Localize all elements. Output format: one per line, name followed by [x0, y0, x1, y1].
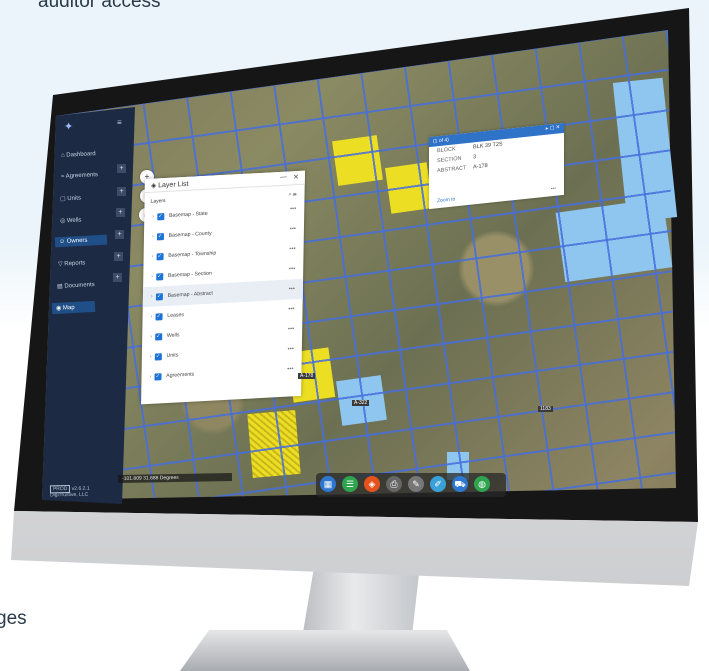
- search-icon[interactable]: ⌕ ☰: [289, 191, 297, 197]
- layer-checkbox[interactable]: ✓: [156, 252, 164, 260]
- grid-icon[interactable]: ▦: [320, 476, 336, 492]
- list-icon[interactable]: ☰: [342, 476, 358, 492]
- parcel-label: A-322: [352, 400, 370, 406]
- chevron-right-icon[interactable]: ›: [151, 274, 153, 280]
- draw-icon[interactable]: ✐: [430, 476, 446, 492]
- chevron-right-icon[interactable]: ›: [150, 334, 152, 340]
- more-options-icon[interactable]: •••: [551, 186, 556, 193]
- menu-collapse-icon[interactable]: ≡: [117, 118, 122, 127]
- map-toolbar: ▦ ☰ ◈ ⎙ ✎ ✐ ⛟ ◍: [316, 473, 506, 497]
- sidebar-item-wells[interactable]: ◎ Wells: [60, 216, 82, 224]
- globe-icon[interactable]: ◍: [474, 476, 490, 492]
- zoom-to-link[interactable]: Zoom to: [437, 196, 455, 204]
- feature-popup: (1 of 4) ▸ ▢ ✕ BLOCK BLK 39 T2S SECTION 3 …: [429, 122, 564, 210]
- popup-page-count: (1 of 4): [433, 137, 449, 145]
- chevron-right-icon[interactable]: ›: [151, 294, 153, 300]
- expand-documents-icon[interactable]: +: [113, 273, 122, 282]
- close-icon[interactable]: ✕: [293, 173, 299, 181]
- chevron-right-icon[interactable]: ›: [152, 254, 154, 260]
- more-options-icon[interactable]: •••: [290, 206, 296, 212]
- layer-list-title: Layer List: [158, 180, 189, 190]
- expand-wells-icon[interactable]: +: [116, 208, 125, 217]
- more-options-icon[interactable]: •••: [289, 286, 295, 292]
- more-options-icon[interactable]: •••: [287, 366, 293, 372]
- minimize-icon[interactable]: —: [280, 174, 287, 181]
- layer-checkbox[interactable]: ✓: [156, 232, 164, 240]
- popup-controls-icon[interactable]: ▸ ▢ ✕: [546, 124, 560, 131]
- car-icon[interactable]: ⛟: [452, 476, 468, 492]
- layer-list-panel: ◈ Layer List — ✕ Layers ⌕ ☰ › ✓ Basemap - …: [141, 170, 305, 405]
- more-options-icon[interactable]: •••: [289, 246, 295, 252]
- chevron-right-icon[interactable]: ›: [150, 354, 152, 360]
- road-label: 1183: [538, 406, 553, 412]
- layer-checkbox[interactable]: ✓: [154, 352, 162, 361]
- layers-icon[interactable]: ◈: [364, 476, 380, 492]
- more-options-icon[interactable]: •••: [289, 266, 295, 272]
- chevron-right-icon[interactable]: ›: [151, 314, 153, 320]
- logo-icon[interactable]: ✦: [64, 122, 74, 133]
- more-options-icon[interactable]: •••: [288, 326, 294, 332]
- chevron-right-icon[interactable]: ›: [152, 214, 154, 220]
- sidebar-item-reports[interactable]: ▽ Reports: [58, 259, 86, 267]
- measure-icon[interactable]: ✎: [408, 476, 424, 492]
- company-name: DigiTrustive, LLC: [50, 491, 89, 499]
- sidebar-item-map[interactable]: ◉ Map: [51, 300, 95, 315]
- expand-reports-icon[interactable]: +: [114, 252, 123, 261]
- sidebar-item-units[interactable]: ▢ Units: [60, 194, 81, 202]
- more-options-icon[interactable]: •••: [290, 226, 296, 232]
- chevron-right-icon[interactable]: ›: [152, 234, 154, 240]
- layer-checkbox[interactable]: ✓: [156, 212, 165, 220]
- layer-checkbox[interactable]: ✓: [155, 292, 163, 301]
- expand-units-icon[interactable]: +: [117, 187, 126, 196]
- version-info: PROD v2.6.2.1 DigiTrustive, LLC: [49, 484, 90, 499]
- page-heading-fragment: auditor access: [38, 0, 161, 12]
- layer-checkbox[interactable]: ✓: [154, 332, 162, 341]
- expand-owners-icon[interactable]: +: [115, 230, 124, 239]
- layer-checkbox[interactable]: ✓: [155, 312, 163, 321]
- expand-agreements-icon[interactable]: +: [117, 164, 126, 173]
- monitor-stand-base: [180, 630, 470, 671]
- more-options-icon[interactable]: •••: [287, 346, 293, 352]
- chevron-right-icon[interactable]: ›: [149, 374, 151, 380]
- print-icon[interactable]: ⎙: [386, 476, 402, 492]
- more-options-icon[interactable]: •••: [288, 306, 294, 312]
- layer-checkbox[interactable]: ✓: [154, 372, 162, 381]
- page-text-fragment: ges: [0, 608, 27, 629]
- parcel-label: A-178: [298, 373, 316, 379]
- layer-checkbox[interactable]: ✓: [155, 272, 163, 281]
